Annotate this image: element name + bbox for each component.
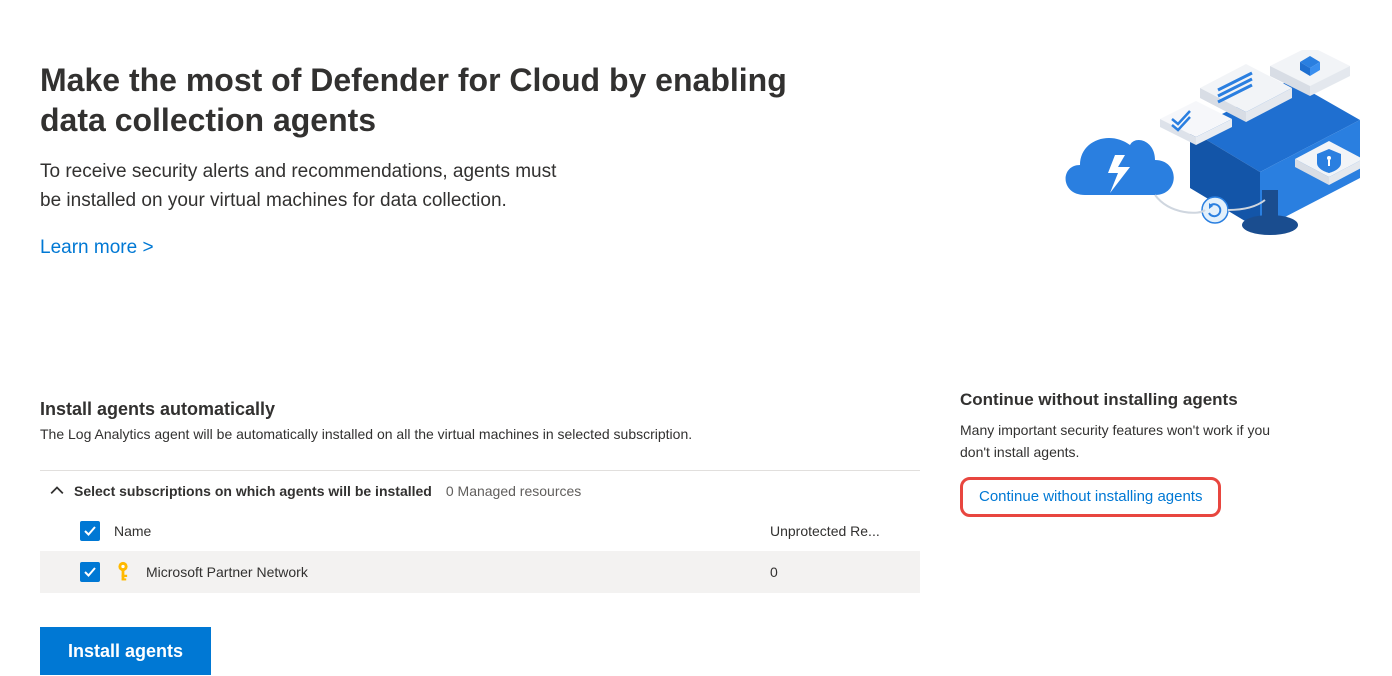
continue-without-installing-link[interactable]: Continue without installing agents — [979, 488, 1202, 505]
row-unprotected: 0 — [770, 564, 910, 580]
page-subtitle-line1: To receive security alerts and recommend… — [40, 158, 740, 187]
column-unprotected-header: Unprotected Re... — [770, 523, 910, 539]
resources-count: 0 Managed resources — [446, 483, 581, 499]
row-name: Microsoft Partner Network — [146, 564, 308, 580]
install-section-desc: The Log Analytics agent will be automati… — [40, 426, 920, 442]
select-all-checkbox[interactable] — [80, 521, 100, 541]
key-icon — [114, 561, 132, 583]
install-agents-button[interactable]: Install agents — [40, 627, 211, 675]
hero-illustration — [1040, 50, 1360, 255]
learn-more-link[interactable]: Learn more > — [40, 237, 154, 259]
continue-title: Continue without installing agents — [960, 390, 1352, 410]
continue-desc: Many important security features won't w… — [960, 420, 1290, 463]
page-subtitle-line2: be installed on your virtual machines fo… — [40, 187, 740, 216]
page-title: Make the most of Defender for Cloud by e… — [40, 60, 860, 140]
row-checkbox[interactable] — [80, 562, 100, 582]
continue-link-highlight: Continue without installing agents — [960, 477, 1221, 517]
table-row[interactable]: Microsoft Partner Network 0 — [40, 551, 920, 593]
table-header: Name Unprotected Re... — [40, 511, 920, 551]
column-name-header: Name — [114, 523, 151, 539]
chevron-up-icon — [50, 484, 64, 498]
subscriptions-expander[interactable]: Select subscriptions on which agents wil… — [40, 470, 920, 511]
expander-label: Select subscriptions on which agents wil… — [74, 483, 432, 499]
install-section-title: Install agents automatically — [40, 399, 920, 420]
